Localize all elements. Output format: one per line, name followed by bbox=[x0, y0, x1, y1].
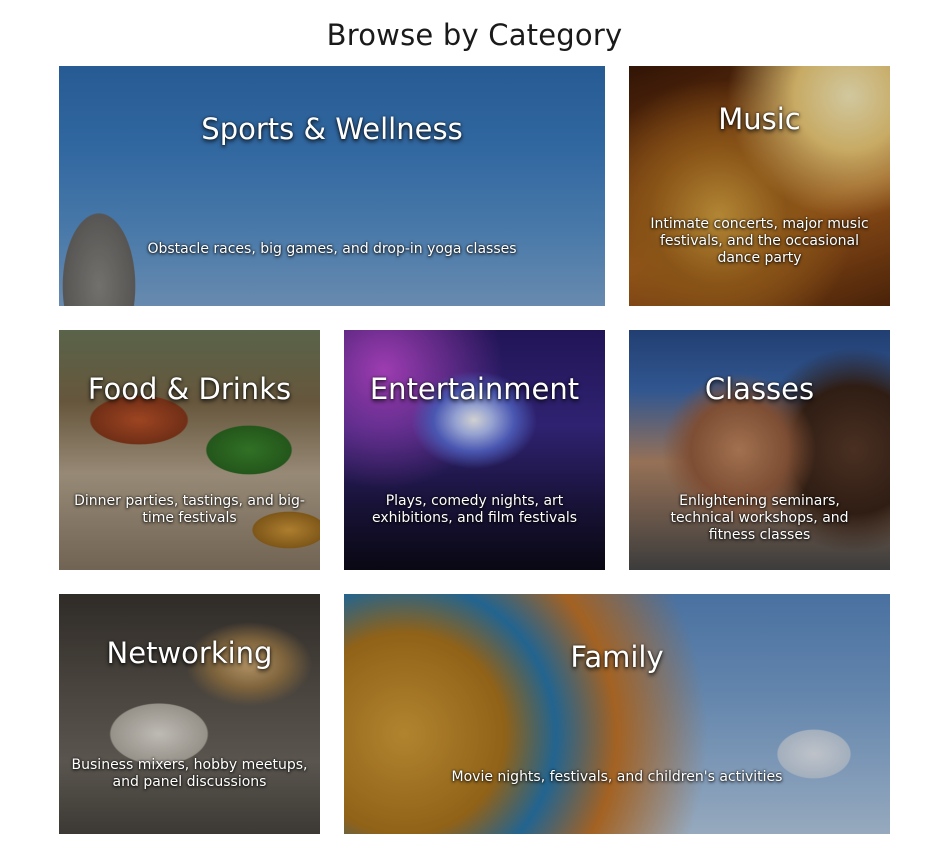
category-description: Enlightening seminars, technical worksho… bbox=[670, 493, 849, 543]
category-description: Obstacle races, big games, and drop-in y… bbox=[147, 241, 517, 257]
category-description: Business mixers, hobby meetups, and pane… bbox=[71, 757, 308, 790]
image-overlay bbox=[59, 330, 320, 570]
category-title: Sports & Wellness bbox=[201, 112, 463, 146]
category-description: Plays, comedy nights, art exhibitions, a… bbox=[371, 493, 578, 526]
category-title: Entertainment bbox=[369, 372, 580, 406]
category-title: Music bbox=[718, 102, 801, 136]
category-card-music[interactable]: Music Intimate concerts, major music fes… bbox=[629, 66, 890, 306]
category-title: Networking bbox=[106, 636, 273, 670]
category-card-food-drinks[interactable]: Food & Drinks Dinner parties, tastings, … bbox=[59, 330, 320, 570]
page-title: Browse by Category bbox=[326, 18, 623, 52]
category-title: Food & Drinks bbox=[87, 372, 292, 406]
category-card-entertainment[interactable]: Entertainment Plays, comedy nights, art … bbox=[344, 330, 605, 570]
category-title: Classes bbox=[704, 372, 815, 406]
category-description: Intimate concerts, major music festivals… bbox=[650, 216, 869, 266]
category-description: Movie nights, festivals, and children's … bbox=[451, 769, 783, 785]
category-description: Dinner parties, tastings, and big-time f… bbox=[74, 493, 305, 526]
category-card-networking[interactable]: Networking Business mixers, hobby meetup… bbox=[59, 594, 320, 834]
category-title: Family bbox=[570, 640, 664, 674]
image-overlay bbox=[59, 594, 320, 834]
category-card-family[interactable]: Family Movie nights, festivals, and chil… bbox=[344, 594, 890, 834]
image-overlay bbox=[59, 66, 605, 306]
category-card-sports-wellness[interactable]: Sports & Wellness Obstacle races, big ga… bbox=[59, 66, 605, 306]
image-overlay bbox=[344, 330, 605, 570]
image-overlay bbox=[344, 594, 890, 834]
category-card-classes[interactable]: Classes Enlightening seminars, technical… bbox=[629, 330, 890, 570]
